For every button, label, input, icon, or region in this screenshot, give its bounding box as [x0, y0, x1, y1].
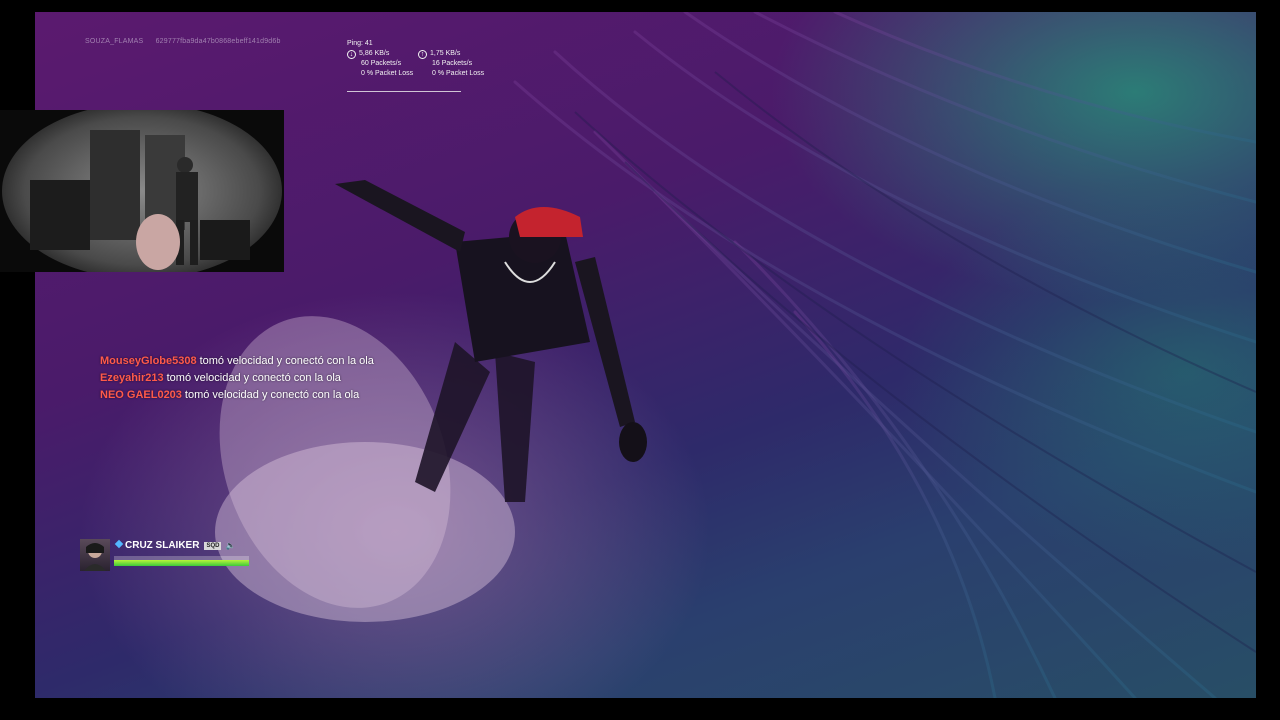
- platform-diamond-icon: [114, 539, 124, 549]
- webcam-feed: [0, 110, 284, 272]
- elimination-feed: MouseyGlobe5308 tomó velocidad y conectó …: [100, 353, 374, 404]
- shield-bar: [114, 560, 249, 566]
- screen: SOUZA_FLAMAS 629777fba9da47b0868ebeff141…: [0, 0, 1280, 720]
- webcam-overlay: [0, 110, 284, 272]
- player-avatar: [80, 539, 110, 571]
- upload-stats: ↑ 1,75 KB/s 16 Packets/s 0 % Packet Loss: [418, 49, 493, 79]
- player-status-card: CRUZ SLAIKER SQD 🔈: [80, 539, 255, 571]
- net-debug-stats: Ping: 41 ↓ 5,86 KB/s 60 Packets/s 0 % Pac…: [347, 39, 507, 77]
- feed-row: NEO GAEL0203 tomó velocidad y conectó con…: [100, 387, 374, 404]
- shield-bar-fill: [114, 560, 249, 566]
- streamer-username: SOUZA_FLAMAS: [85, 38, 144, 45]
- download-stats: ↓ 5,86 KB/s 60 Packets/s 0 % Packet Loss: [347, 49, 422, 79]
- download-packets: 60 Packets/s: [361, 60, 402, 67]
- feed-message: tomó velocidad y conectó con la ola: [166, 372, 341, 384]
- feed-message: tomó velocidad y conectó con la ola: [199, 355, 374, 367]
- feed-message: tomó velocidad y conectó con la ola: [184, 389, 360, 401]
- feed-player-name: MouseyGlobe5308: [100, 355, 197, 367]
- feed-player-name: NEO GAEL0203: [100, 389, 182, 401]
- upload-loss: 0 % Packet Loss: [432, 70, 485, 77]
- squad-badge: SQD: [204, 542, 222, 550]
- net-stats-divider: [347, 91, 461, 92]
- upload-rate: 1,75 KB/s: [430, 50, 461, 57]
- player-name: CRUZ SLAIKER: [125, 540, 200, 551]
- upload-arrow-icon: ↑: [418, 50, 427, 59]
- feed-row: Ezeyahir213 tomó velocidad y conectó con …: [100, 370, 374, 387]
- download-loss: 0 % Packet Loss: [361, 70, 414, 77]
- speaker-icon: 🔈: [225, 541, 236, 550]
- upload-packets: 16 Packets/s: [432, 60, 473, 67]
- download-rate: 5,86 KB/s: [359, 50, 390, 57]
- feed-player-name: Ezeyahir213: [100, 372, 164, 384]
- session-id: 629777fba9da47b0868ebeff141d9d6b: [155, 38, 281, 45]
- download-rate-row: ↓ 5,86 KB/s: [347, 49, 422, 59]
- player-name-row: CRUZ SLAIKER SQD 🔈: [114, 539, 236, 554]
- upload-rate-row: ↑ 1,75 KB/s: [418, 49, 493, 59]
- ping-readout: Ping: 41: [347, 40, 373, 47]
- feed-row: MouseyGlobe5308 tomó velocidad y conectó …: [100, 353, 374, 370]
- stream-overlay-id: SOUZA_FLAMAS 629777fba9da47b0868ebeff141…: [85, 38, 291, 45]
- download-arrow-icon: ↓: [347, 50, 356, 59]
